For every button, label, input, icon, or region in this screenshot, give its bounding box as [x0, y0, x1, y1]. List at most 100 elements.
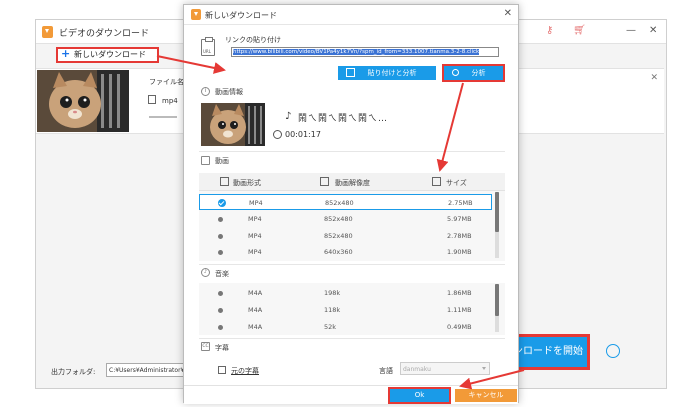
clipboard-search-icon	[346, 68, 355, 77]
paste-and-analyze-label: 貼り付けと分析	[367, 69, 417, 77]
video-row[interactable]: MP4 852x480 5.97MB	[199, 211, 492, 227]
original-subtitle-checkbox[interactable]	[218, 366, 226, 374]
subtitle-section-label: 字幕	[215, 344, 229, 352]
audio-row-size: 1.86MB	[447, 289, 472, 297]
radio-dot	[218, 308, 223, 313]
new-download-button[interactable]: + 新しいダウンロード	[56, 47, 159, 63]
alarm-icon[interactable]	[606, 344, 620, 358]
audio-row-size: 1.11MB	[447, 306, 472, 314]
video-row[interactable]: MP4 640x360 1.90MB	[199, 244, 492, 260]
radio-dot	[218, 291, 223, 296]
dialog-close-icon[interactable]: ✕	[504, 8, 512, 19]
cc-icon: CC	[201, 342, 210, 351]
size-icon	[432, 177, 441, 186]
audio-row[interactable]: M4A 198k 1.86MB	[199, 285, 492, 301]
audio-row-format: M4A	[248, 323, 263, 331]
url-input[interactable]: https://www.bilibili.com/video/BV1Pa4y1k…	[231, 47, 499, 57]
video-row-size: 2.75MB	[448, 199, 473, 207]
music-note-icon: ♪	[285, 111, 292, 122]
radio-dot	[218, 234, 223, 239]
download-progress-bar	[149, 116, 177, 118]
video-row-format: MP4	[249, 199, 263, 207]
dialog-title: 新しいダウンロード	[205, 11, 277, 20]
plus-icon: +	[61, 47, 71, 60]
output-folder-label: 出力フォルダ:	[51, 368, 96, 376]
video-row-size: 5.97MB	[447, 215, 472, 223]
radio-dot	[218, 325, 223, 330]
ok-button[interactable]: Ok	[388, 387, 451, 404]
original-subtitle-label[interactable]: 元の字幕	[231, 366, 259, 376]
video-row-size: 2.78MB	[447, 232, 472, 240]
video-duration: 00:01:17	[285, 130, 321, 139]
language-select[interactable]: danmaku	[400, 362, 490, 375]
language-value: danmaku	[403, 366, 431, 373]
remove-item-icon[interactable]: ✕	[650, 73, 658, 83]
main-window-title: ビデオのダウンロード	[59, 29, 150, 39]
clock-icon	[273, 130, 282, 139]
output-folder-field[interactable]: C:¥Users¥Administrator¥Vid	[106, 363, 188, 377]
video-row-resolution: 640x360	[324, 248, 353, 256]
app-logo-icon	[42, 26, 53, 38]
link-paste-label: リンクの貼り付け	[225, 36, 281, 44]
cart-icon[interactable]: 🛒︎	[573, 25, 586, 36]
video-info-label: 動画情報	[215, 88, 243, 96]
video-section-label: 動画	[215, 157, 229, 165]
divider	[199, 338, 505, 339]
video-title: 鬧ㄟ鬧ㄟ鬧ㄟ鬧ㄟ…	[298, 114, 389, 124]
audio-row-bitrate: 52k	[324, 323, 337, 331]
video-row[interactable]: MP4 852x480 2.78MB	[199, 228, 492, 244]
video-info-thumbnail	[201, 103, 265, 146]
chevron-down-icon	[482, 367, 486, 370]
analyze-button[interactable]: 分析	[442, 64, 505, 82]
new-download-dialog: 新しいダウンロード ✕ リンクの貼り付け https://www.bilibil…	[183, 4, 519, 404]
analyze-label: 分析	[471, 69, 486, 77]
video-row-format: MP4	[248, 232, 262, 240]
file-name-label: ファイル名:	[149, 78, 187, 86]
close-icon[interactable]: ✕	[649, 25, 657, 36]
film-icon	[201, 156, 210, 165]
cancel-button[interactable]: キャンセル	[455, 389, 517, 402]
video-row[interactable]: MP4 852x480 2.75MB	[199, 194, 492, 210]
paste-and-analyze-button[interactable]: 貼り付けと分析	[338, 66, 436, 80]
audio-row-format: M4A	[248, 289, 263, 297]
audio-scrollbar-thumb[interactable]	[495, 284, 499, 316]
app-logo-icon	[191, 9, 201, 20]
audio-section-label: 音楽	[215, 270, 229, 278]
url-text: https://www.bilibili.com/video/BV1Pa4y1k…	[233, 49, 480, 55]
file-format: mp4	[162, 97, 178, 105]
video-scrollbar-thumb[interactable]	[495, 192, 499, 232]
audio-row[interactable]: M4A 52k 0.49MB	[199, 319, 492, 335]
search-icon	[452, 69, 459, 76]
video-row-format: MP4	[248, 248, 262, 256]
col-video-resolution: 動画解像度	[335, 179, 370, 187]
radio-dot	[218, 250, 223, 255]
language-label: 言語	[379, 367, 393, 375]
audio-row-format: M4A	[248, 306, 263, 314]
resolution-icon	[320, 177, 329, 186]
video-row-format: MP4	[248, 215, 262, 223]
video-row-resolution: 852x480	[324, 232, 353, 240]
info-icon: i	[201, 87, 210, 96]
video-table-header: 動画形式 動画解像度 サイズ	[199, 173, 505, 191]
video-thumbnail	[37, 70, 129, 132]
col-video-format: 動画形式	[233, 179, 261, 187]
dialog-titlebar: 新しいダウンロード ✕	[184, 5, 518, 25]
audio-row[interactable]: M4A 118k 1.11MB	[199, 302, 492, 318]
video-file-icon	[148, 95, 156, 104]
minimize-icon[interactable]: —	[626, 25, 636, 36]
video-row-resolution: 852x480	[325, 199, 354, 207]
video-row-size: 1.90MB	[447, 248, 472, 256]
format-icon	[220, 177, 229, 186]
col-size: サイズ	[446, 179, 467, 187]
music-icon: ♪	[201, 268, 210, 277]
paste-url-icon	[201, 37, 215, 56]
new-download-label: 新しいダウンロード	[74, 50, 146, 59]
audio-row-bitrate: 118k	[324, 306, 341, 314]
audio-row-size: 0.49MB	[447, 323, 472, 331]
audio-row-bitrate: 198k	[324, 289, 341, 297]
video-row-resolution: 852x480	[324, 215, 353, 223]
divider	[199, 264, 505, 265]
key-icon[interactable]: ⚷	[546, 25, 553, 36]
selected-check-icon	[218, 199, 226, 207]
radio-dot	[218, 217, 223, 222]
